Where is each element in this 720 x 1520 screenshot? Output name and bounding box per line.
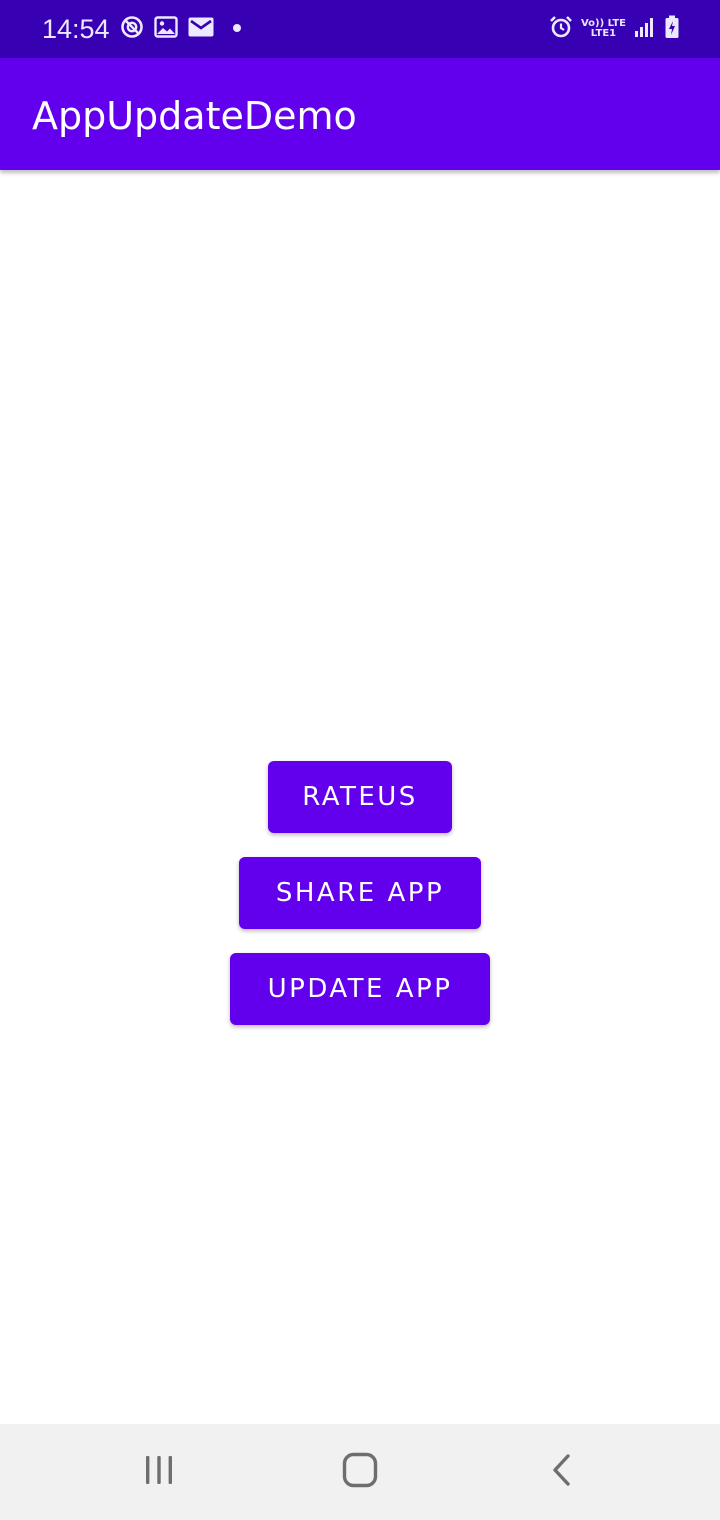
recents-button[interactable] <box>137 1450 181 1494</box>
data-saver-icon <box>120 15 144 44</box>
back-button[interactable] <box>540 1450 584 1494</box>
image-icon <box>154 15 178 43</box>
notification-dot-icon <box>232 20 242 38</box>
update-app-button[interactable]: UPDATE APP <box>230 953 490 1025</box>
status-time: 14:54 <box>42 14 110 44</box>
recents-icon <box>143 1455 175 1490</box>
app-bar: AppUpdateDemo <box>0 58 720 170</box>
status-notification-icons <box>120 15 242 44</box>
back-icon <box>550 1453 574 1492</box>
screen: 14:54 Vo)) LTE LTE1 AppUpdateDemo RATEUS… <box>0 0 720 1520</box>
app-title: AppUpdateDemo <box>32 94 357 138</box>
signal-icon <box>634 16 656 43</box>
status-bar: 14:54 Vo)) LTE LTE1 <box>0 0 720 58</box>
home-button[interactable] <box>338 1450 382 1494</box>
network-indicator: Vo)) LTE LTE1 <box>581 19 626 39</box>
alarm-icon <box>549 15 573 44</box>
battery-charging-icon <box>664 15 680 44</box>
mail-icon <box>188 17 214 42</box>
navigation-bar <box>0 1424 720 1520</box>
rate-us-button[interactable]: RATEUS <box>268 761 452 833</box>
home-icon <box>342 1452 378 1493</box>
share-app-button[interactable]: SHARE APP <box>239 857 481 929</box>
network-bottom-label: LTE1 <box>590 28 617 39</box>
status-system-icons: Vo)) LTE LTE1 <box>549 14 680 44</box>
